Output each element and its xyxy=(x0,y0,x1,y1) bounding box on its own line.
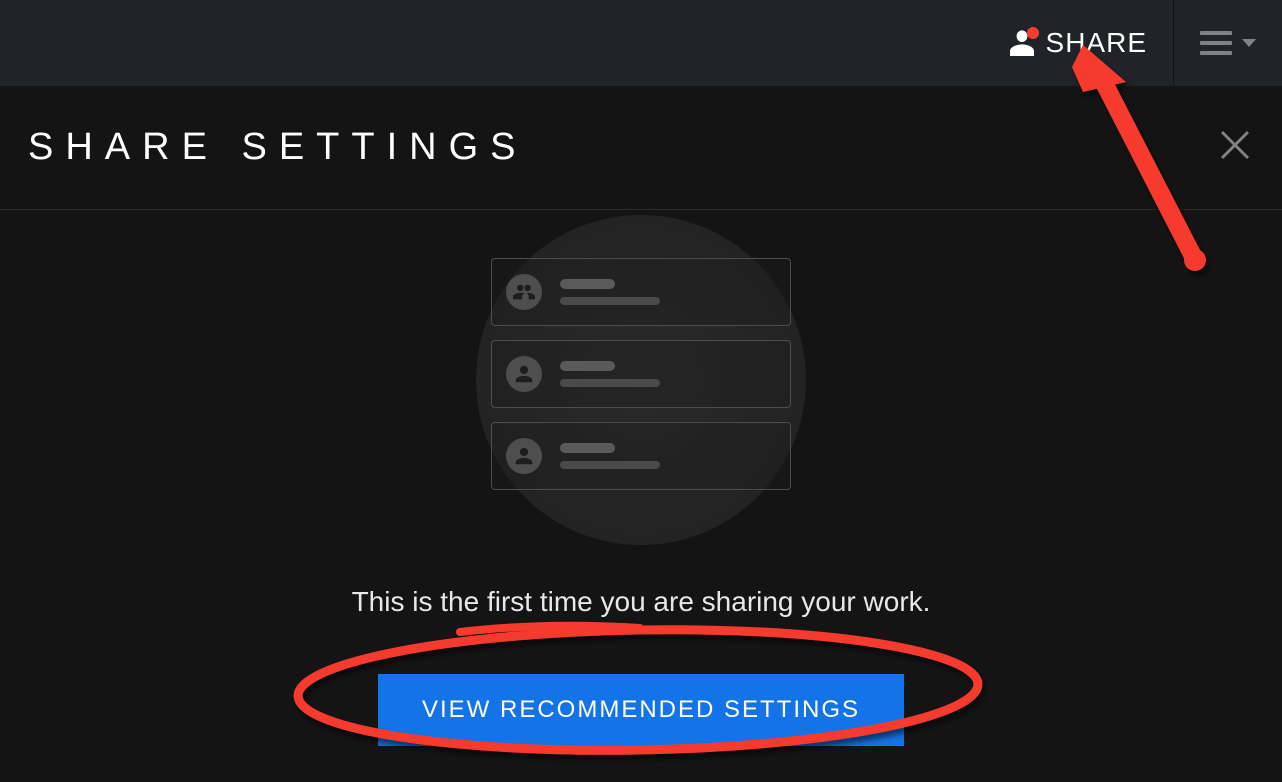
share-settings-panel: SHARE SETTINGS xyxy=(0,86,1282,782)
first-share-message: This is the first time you are sharing y… xyxy=(352,586,931,618)
panel-title: SHARE SETTINGS xyxy=(28,126,528,169)
menu-button[interactable] xyxy=(1174,0,1282,86)
share-button-label: SHARE xyxy=(1046,27,1147,59)
placeholder-card xyxy=(491,340,791,408)
panel-header: SHARE SETTINGS xyxy=(0,86,1282,210)
notification-dot-icon xyxy=(1027,27,1039,39)
view-recommended-settings-button[interactable]: VIEW RECOMMENDED SETTINGS xyxy=(378,674,904,746)
person-icon xyxy=(506,356,542,392)
close-button[interactable] xyxy=(1218,128,1252,167)
top-bar: SHARE xyxy=(0,0,1282,86)
people-icon xyxy=(506,274,542,310)
share-button[interactable]: SHARE xyxy=(984,0,1173,86)
panel-body: This is the first time you are sharing y… xyxy=(0,210,1282,746)
person-icon xyxy=(506,438,542,474)
close-icon xyxy=(1218,128,1252,162)
caret-down-icon xyxy=(1242,39,1256,47)
share-illustration xyxy=(481,210,801,550)
placeholder-card xyxy=(491,422,791,490)
person-icon xyxy=(1010,30,1034,56)
hamburger-icon xyxy=(1200,31,1232,55)
placeholder-card xyxy=(491,258,791,326)
